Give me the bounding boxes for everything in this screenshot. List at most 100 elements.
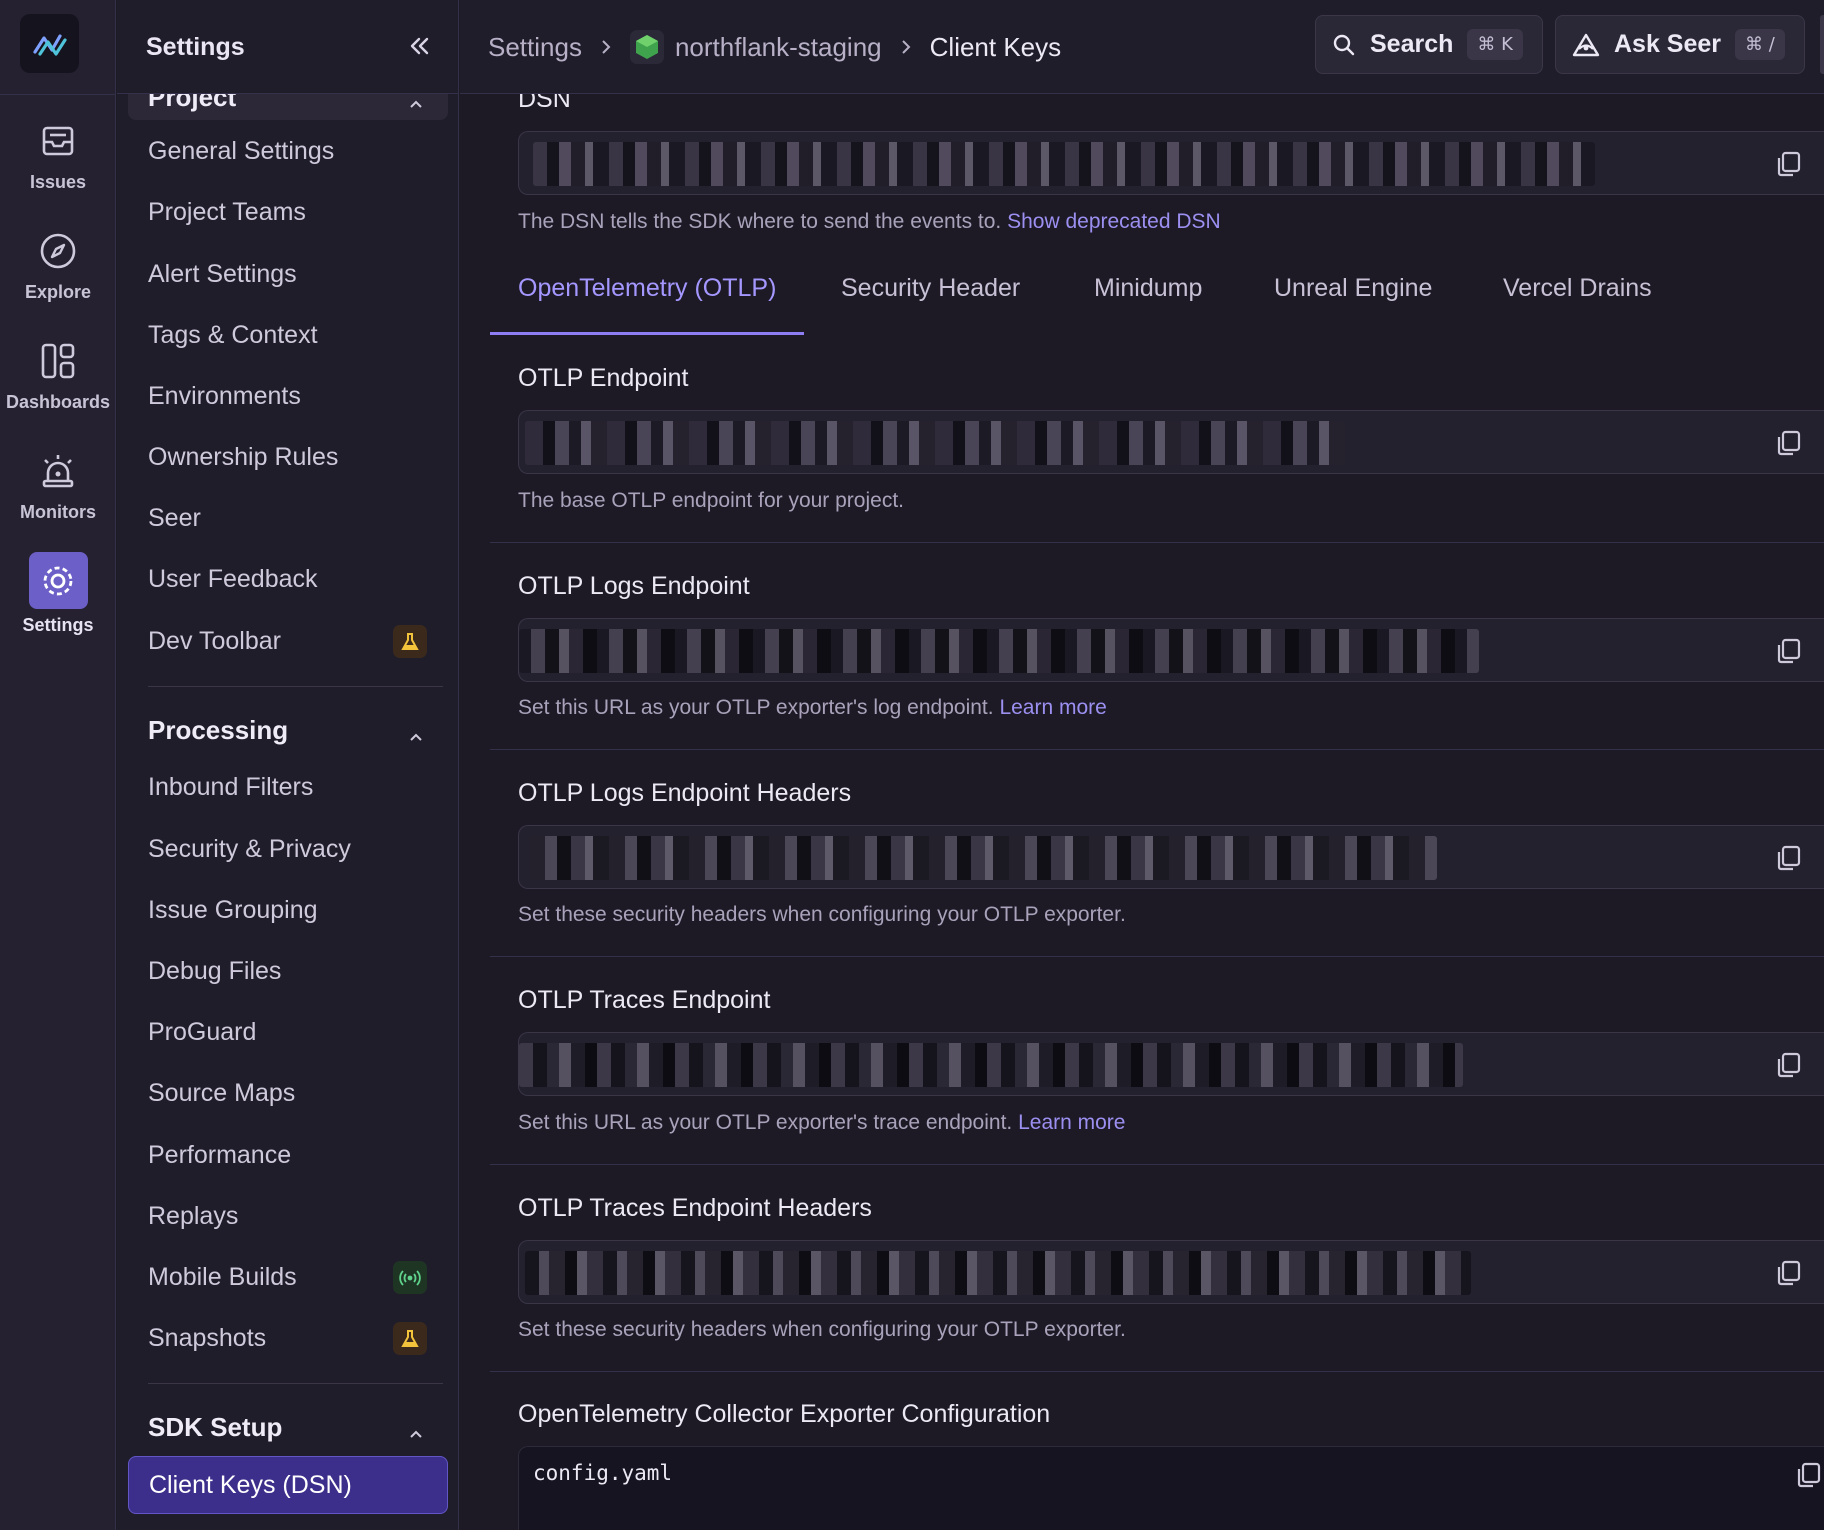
- rail-label: Explore: [24, 282, 92, 302]
- chevron-up-icon: [408, 721, 424, 741]
- sidebar-item-label: Inbound Filters: [148, 772, 314, 801]
- sidebar-item-label: Project Teams: [148, 197, 306, 226]
- seer-label: Ask Seer: [1614, 30, 1722, 58]
- sidebar-item-performance[interactable]: Performance: [128, 1130, 448, 1180]
- tab-security-header[interactable]: Security Header: [841, 268, 1020, 330]
- inbox-icon: [33, 116, 83, 166]
- tab-label: Vercel Drains: [1503, 274, 1652, 302]
- project-name: northflank-staging: [674, 31, 882, 62]
- rail-monitors[interactable]: Monitors: [0, 446, 116, 538]
- help-text: Set this URL as your OTLP exporter's tra…: [518, 1111, 1013, 1134]
- sidebar-item-tags-context[interactable]: Tags & Context: [128, 310, 448, 360]
- redacted-value: [525, 1251, 1471, 1295]
- search-button[interactable]: Search ⌘ K: [1315, 15, 1543, 74]
- sidebar-item-label: User Feedback: [148, 564, 318, 593]
- sidebar-item-seer[interactable]: Seer: [128, 493, 448, 543]
- sidebar-item-label: Ownership Rules: [148, 442, 339, 471]
- copy-icon[interactable]: [1794, 1461, 1822, 1489]
- sidebar-item-client-keys[interactable]: Client Keys (DSN): [128, 1456, 448, 1514]
- topbar: Settings northflank-staging Client Keys …: [460, 0, 1824, 94]
- sidebar-item-inbound-filters[interactable]: Inbound Filters: [128, 762, 448, 812]
- otlp-logs-headers-help: Set these security headers when configur…: [518, 903, 1126, 926]
- otlp-logs-endpoint-field[interactable]: [518, 618, 1824, 682]
- sidebar-item-environments[interactable]: Environments: [128, 371, 448, 421]
- sidebar-item-label: Snapshots: [148, 1323, 267, 1352]
- sidebar-item-security-privacy[interactable]: Security & Privacy: [128, 824, 448, 874]
- section-label: SDK Setup: [148, 1411, 283, 1442]
- rail-explore[interactable]: Explore: [0, 226, 116, 318]
- ask-seer-button[interactable]: Ask Seer ⌘ /: [1555, 15, 1805, 74]
- sidebar-item-project-teams[interactable]: Project Teams: [128, 187, 448, 237]
- learn-more-link[interactable]: Learn more: [1018, 1111, 1125, 1134]
- tab-otlp[interactable]: OpenTelemetry (OTLP): [518, 268, 776, 330]
- integration-tabs: OpenTelemetry (OTLP) Security Header Min…: [490, 268, 1824, 330]
- rail-label: Dashboards: [5, 392, 111, 412]
- sidebar-item-label: ProGuard: [148, 1017, 257, 1046]
- copy-icon[interactable]: [1774, 429, 1802, 457]
- sidebar-item-label: General Settings: [148, 136, 335, 165]
- copy-icon[interactable]: [1774, 1259, 1802, 1287]
- learn-more-link[interactable]: Learn more: [999, 696, 1106, 719]
- sidebar-item-source-maps[interactable]: Source Maps: [128, 1068, 448, 1118]
- config-code-block: config.yaml: [518, 1446, 1824, 1530]
- copy-icon[interactable]: [1774, 150, 1802, 178]
- otlp-logs-headers-field[interactable]: [518, 825, 1824, 889]
- otlp-logs-headers-label: OTLP Logs Endpoint Headers: [518, 779, 852, 807]
- sidebar-item-dev-toolbar[interactable]: Dev Toolbar: [128, 616, 448, 666]
- sidebar-item-user-feedback[interactable]: User Feedback: [128, 554, 448, 604]
- sidebar-item-label: Client Keys (DSN): [149, 1470, 352, 1499]
- gear-icon: [28, 552, 88, 609]
- tab-vercel-drains[interactable]: Vercel Drains: [1503, 268, 1652, 330]
- rail-label: Settings: [22, 615, 94, 635]
- copy-icon[interactable]: [1774, 1051, 1802, 1079]
- rail-dashboards[interactable]: Dashboards: [0, 336, 116, 428]
- otlp-traces-headers-field[interactable]: [518, 1240, 1824, 1304]
- sentry-logo[interactable]: [20, 14, 79, 73]
- seer-eye-icon: [1572, 33, 1600, 57]
- collapse-sidebar-icon[interactable]: [407, 34, 431, 58]
- sidebar-item-label: Seer: [148, 503, 201, 532]
- chevron-right-icon: [900, 39, 912, 55]
- otlp-endpoint-field[interactable]: [518, 410, 1824, 474]
- sidebar-header: Settings: [117, 0, 458, 94]
- redacted-value: [529, 836, 1437, 880]
- section-sdk-setup-toggle[interactable]: SDK Setup: [128, 1404, 448, 1450]
- copy-icon[interactable]: [1774, 637, 1802, 665]
- rail-label: Monitors: [20, 502, 96, 522]
- settings-sidebar: Settings Project General Settings Projec…: [117, 0, 459, 1530]
- sidebar-item-issue-grouping[interactable]: Issue Grouping: [128, 885, 448, 935]
- sidebar-item-mobile-builds[interactable]: Mobile Builds: [128, 1252, 448, 1302]
- sidebar-item-alert-settings[interactable]: Alert Settings: [128, 249, 448, 299]
- sidebar-item-general-settings[interactable]: General Settings: [128, 126, 448, 176]
- breadcrumb-settings[interactable]: Settings: [488, 32, 582, 63]
- tab-minidump[interactable]: Minidump: [1094, 268, 1202, 330]
- otlp-traces-endpoint-field[interactable]: [518, 1032, 1824, 1096]
- tab-label: Minidump: [1094, 274, 1203, 302]
- dsn-help-text: The DSN tells the SDK where to send the …: [518, 210, 1002, 233]
- copy-icon[interactable]: [1774, 844, 1802, 872]
- sidebar-item-debug-files[interactable]: Debug Files: [128, 946, 448, 996]
- section-processing-toggle[interactable]: Processing: [128, 707, 448, 753]
- sidebar-item-label: Dev Toolbar: [148, 626, 281, 655]
- topbar-overflow-button[interactable]: [1820, 15, 1824, 74]
- sidebar-item-label: Security & Privacy: [148, 834, 351, 863]
- sidebar-item-label: Tags & Context: [148, 320, 318, 349]
- otlp-endpoint-help: The base OTLP endpoint for your project.: [518, 489, 904, 512]
- sidebar-item-proguard[interactable]: ProGuard: [128, 1007, 448, 1057]
- project-hexagon-icon: [629, 30, 664, 64]
- dsn-field[interactable]: [518, 131, 1824, 195]
- otlp-traces-endpoint-help: Set this URL as your OTLP exporter's tra…: [518, 1111, 1125, 1135]
- breadcrumb-project[interactable]: northflank-staging: [629, 30, 882, 64]
- sidebar-item-ownership-rules[interactable]: Ownership Rules: [128, 432, 448, 482]
- rail-settings[interactable]: Settings: [0, 552, 116, 644]
- tab-unreal-engine[interactable]: Unreal Engine: [1274, 268, 1432, 330]
- chevron-up-icon: [408, 1418, 424, 1438]
- sidebar-item-snapshots[interactable]: Snapshots: [128, 1313, 448, 1363]
- redacted-value: [519, 1043, 1463, 1087]
- rail-issues[interactable]: Issues: [0, 116, 116, 208]
- siren-icon: [33, 446, 83, 496]
- show-deprecated-dsn-link[interactable]: Show deprecated DSN: [1007, 210, 1221, 233]
- sidebar-item-label: Replays: [148, 1201, 239, 1230]
- section-label: Processing: [148, 714, 289, 745]
- sidebar-item-replays[interactable]: Replays: [128, 1191, 448, 1241]
